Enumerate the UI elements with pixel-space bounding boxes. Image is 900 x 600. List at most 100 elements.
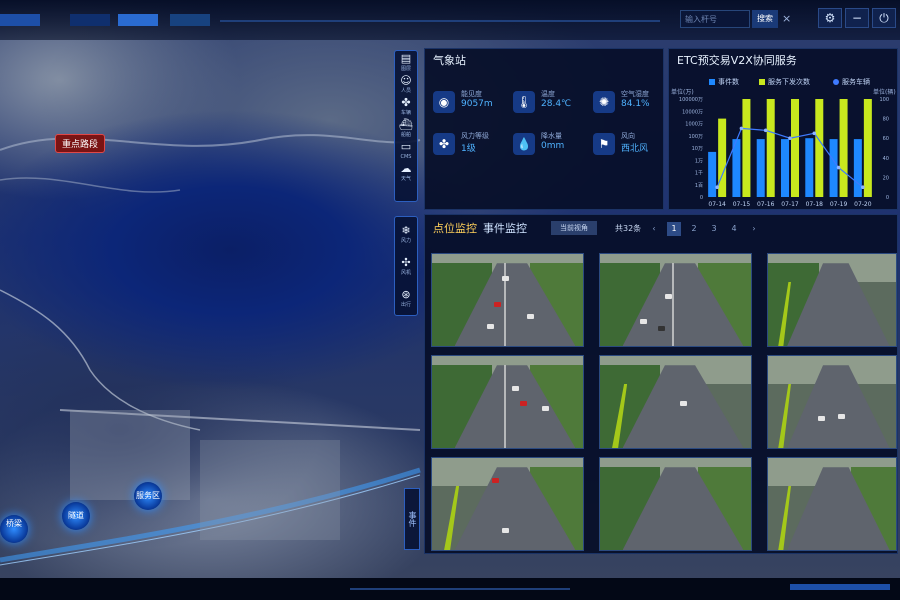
camera-feed[interactable]	[599, 355, 752, 449]
wind-tool[interactable]: ❄ 风力	[395, 217, 417, 249]
y-tick-left: 100万	[688, 134, 703, 140]
wind-icon: ❄	[401, 224, 411, 237]
weather-label: 能见度	[461, 90, 482, 98]
y-tick-right: 100	[879, 97, 889, 103]
weather-station-panel: 气象站 ◉ 能见度 9057m 🌡 温度 28.4℃ ✺ 空气湿度 84.1% …	[424, 48, 664, 210]
humidity-icon: ✺	[593, 91, 615, 113]
search-button[interactable]: 搜索	[752, 10, 778, 28]
topbar-decoration	[0, 14, 40, 26]
pager-page-2[interactable]: 2	[687, 222, 701, 236]
bottombar-decoration	[790, 584, 890, 590]
y-tick-left: 10000万	[682, 109, 703, 115]
camera-feed[interactable]	[431, 457, 584, 551]
bar-dispatch	[766, 99, 775, 197]
pager-page-3[interactable]: 3	[707, 222, 721, 236]
tool-label: 图层	[400, 66, 411, 72]
bar-dispatch	[863, 99, 872, 197]
bar-events	[805, 138, 814, 197]
steer-icon: ⊛	[401, 288, 411, 301]
y-tick-left: 10万	[692, 146, 703, 152]
etc-v2x-panel: ETC预交易V2X协同服务 事件数 服务下发次数 服务车辆 单位(万) 单位(辆…	[668, 48, 898, 210]
cms-tool[interactable]: ▭ CMS	[395, 139, 417, 161]
wind-icon: ✤	[433, 133, 455, 155]
tool-label: 车辆	[400, 110, 411, 116]
vehicle-tool[interactable]: ✤ 车辆	[395, 95, 417, 117]
pager-page-1[interactable]: 1	[667, 222, 681, 236]
y-tick-left: 1千	[695, 170, 703, 177]
weather-value: 0mm	[541, 141, 565, 151]
map-toolbar-bottom: ❄ 风力 ✣ 风机 ⊛ 出行	[394, 216, 418, 316]
ship-tool[interactable]: ⛴ 船舶	[395, 117, 417, 139]
y-tick-right: 40	[883, 156, 889, 162]
bar-events	[708, 151, 717, 197]
tool-label: 人员	[400, 88, 411, 94]
x-tick-label: 07-20	[854, 201, 872, 208]
weather-label: 降水量	[541, 132, 562, 140]
weather-value: 84.1%	[621, 99, 650, 109]
camera-feed[interactable]	[599, 457, 752, 551]
top-bar: 输入杆号 搜索 × ⚙ − ⏻	[0, 0, 900, 40]
point-vehicles	[715, 185, 719, 189]
tab-point-monitor[interactable]: 点位监控	[433, 220, 477, 236]
point-vehicles	[812, 131, 817, 136]
x-tick-label: 07-15	[733, 201, 751, 208]
bottom-bar	[0, 578, 900, 600]
pager-next[interactable]: ›	[747, 222, 761, 236]
camera-feed[interactable]	[767, 457, 897, 551]
key-section-marker[interactable]: 重点路段	[55, 134, 106, 153]
monitor-panel: 点位监控 事件监控 当前视角 共32条 ‹ 1 2 3 4 ›	[424, 214, 898, 554]
point-vehicles	[763, 128, 768, 133]
camera-feed[interactable]	[599, 253, 752, 347]
person-icon: ☺	[400, 74, 412, 87]
fan-icon: ✣	[401, 256, 411, 269]
weather-label: 温度	[541, 90, 555, 98]
topbar-decoration	[170, 14, 210, 26]
y-tick-left: 1000万	[685, 122, 703, 128]
camera-feed[interactable]	[767, 253, 897, 347]
weather-label: 风向	[621, 132, 635, 140]
map-node-label: 服务区	[136, 491, 160, 500]
close-icon[interactable]: ×	[782, 12, 791, 25]
map-node-label: 桥梁	[6, 519, 22, 528]
pager-prev[interactable]: ‹	[647, 222, 661, 236]
list-icon: ▤	[400, 52, 412, 65]
vehicle-icon: ✤	[401, 96, 411, 109]
topbar-decoration	[118, 14, 158, 26]
tool-label: 风力	[400, 238, 411, 244]
topbar-decoration	[220, 20, 660, 22]
tool-label: 天气	[400, 176, 411, 182]
camera-feed[interactable]	[431, 355, 584, 449]
weather-value: 1级	[461, 144, 476, 154]
travel-tool[interactable]: ⊛ 出行	[395, 281, 417, 313]
eye-icon: ◉	[433, 91, 455, 113]
x-tick-label: 07-16	[757, 201, 775, 208]
y-tick-right: 0	[886, 195, 889, 201]
point-vehicles	[739, 126, 744, 131]
y-tick-left: 0	[700, 195, 703, 201]
minus-icon[interactable]: −	[845, 8, 869, 28]
pager-page-4[interactable]: 4	[727, 222, 741, 236]
y-tick-right: 60	[883, 136, 889, 142]
y-tick-left: 1百	[695, 183, 703, 189]
y-tick-left: 100000万	[679, 97, 703, 103]
camera-feed[interactable]	[767, 355, 897, 449]
camera-feed[interactable]	[431, 253, 584, 347]
marker-label: 重点路段	[62, 140, 99, 150]
power-icon[interactable]: ⏻	[872, 8, 896, 28]
flag-icon: ⚑	[593, 133, 615, 155]
fan-tool[interactable]: ✣ 风机	[395, 249, 417, 281]
weather-value: 9057m	[461, 99, 493, 109]
gear-icon[interactable]: ⚙	[818, 8, 842, 28]
events-side-tab[interactable]: 事件	[404, 488, 420, 550]
person-tool[interactable]: ☺ 人员	[395, 73, 417, 95]
current-view-button[interactable]: 当前视角	[551, 221, 597, 235]
weather-tool[interactable]: ☁ 天气	[395, 161, 417, 183]
x-tick-label: 07-18	[806, 201, 824, 208]
tool-label: 风机	[400, 270, 411, 276]
map-toolbar-top: ▤ 图层 ☺ 人员 ✤ 车辆 ⛴ 船舶 ▭ CMS ☁ 天气	[394, 50, 418, 202]
thermometer-icon: 🌡	[513, 91, 535, 113]
search-input[interactable]: 输入杆号	[680, 10, 750, 28]
layers-tool[interactable]: ▤ 图层	[395, 51, 417, 73]
tab-event-monitor[interactable]: 事件监控	[483, 220, 527, 236]
ship-icon: ⛴	[399, 118, 413, 131]
